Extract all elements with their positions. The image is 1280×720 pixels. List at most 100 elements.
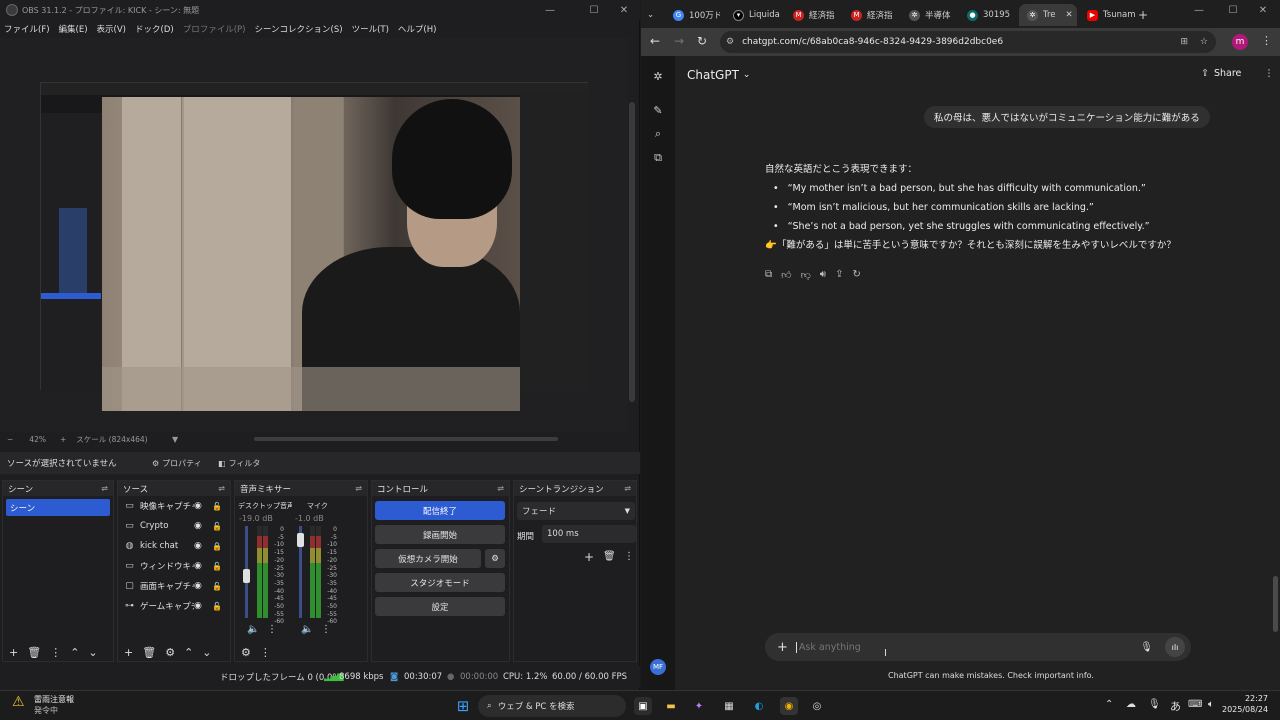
studio-mode-button[interactable]: スタジオモード [375, 573, 505, 592]
copilot-icon[interactable]: ✦ [690, 697, 708, 715]
virtual-camera-settings-button[interactable]: ⚙ [485, 549, 505, 568]
unlock-icon[interactable]: 🔓 [212, 582, 222, 591]
dock-menu-icon[interactable]: ⇌ [355, 484, 362, 493]
zoom-minus-icon[interactable]: − [7, 435, 13, 444]
duration-spinbox[interactable]: 100 ms [542, 525, 636, 543]
chrome-icon[interactable]: ◉ [780, 697, 798, 715]
reload-icon[interactable]: ↻ [697, 34, 707, 48]
unlock-icon[interactable]: 🔓 [212, 502, 222, 511]
obs-icon[interactable]: ◎ [808, 697, 826, 715]
fader-knob[interactable] [297, 533, 304, 547]
browser-tab[interactable]: ✲ 半導体 [901, 4, 956, 26]
share-icon[interactable]: ⇪ [835, 269, 843, 281]
speaker-icon[interactable]: 🔈 [301, 624, 313, 635]
chevron-down-icon[interactable]: ⌄ [202, 646, 211, 659]
more-options-icon[interactable]: ⋮ [1264, 68, 1274, 79]
source-row[interactable]: ⊶ゲームキャプチャ◉🔓 [118, 596, 230, 616]
close-icon[interactable]: ✕ [606, 0, 642, 20]
clock-time[interactable]: 22:27 [1222, 694, 1268, 703]
fader-knob[interactable] [243, 569, 250, 583]
address-bar[interactable]: ⚙ chatgpt.com/c/68ab0ca8-946c-8324-9429-… [720, 31, 1216, 53]
chevron-up-icon[interactable]: ⌃ [184, 646, 193, 659]
store-icon[interactable]: ▦ [720, 697, 738, 715]
weather-warning-icon[interactable]: ⚠ [12, 694, 32, 714]
weather-title[interactable]: 雷雨注意報 [34, 694, 74, 705]
chevron-down-icon[interactable]: ⌄ [88, 646, 97, 659]
preview-horizontal-scrollbar[interactable] [254, 437, 558, 441]
lock-icon[interactable]: 🔒 [212, 542, 222, 551]
zoom-plus-icon[interactable]: + [60, 435, 66, 444]
menu-dots-icon[interactable]: ⋮ [260, 646, 271, 659]
browser-tab[interactable]: ▶ Tsunam [1079, 4, 1139, 26]
share-button[interactable]: ⇪ Share ⋮ [1201, 68, 1274, 79]
taskbar-search[interactable]: ⌕ ウェブ & PC を検索 [478, 695, 626, 717]
tray-chevron-icon[interactable]: ⌃ [1105, 699, 1113, 710]
add-icon[interactable]: + [124, 646, 133, 659]
voice-mode-icon[interactable]: ıIı [1165, 637, 1185, 657]
menu-profile[interactable]: プロファイル(P) [183, 23, 246, 35]
library-icon[interactable]: ⧉ [650, 150, 666, 166]
keyboard-icon[interactable]: ⌨ [1188, 699, 1202, 710]
dock-menu-icon[interactable]: ⇌ [624, 484, 631, 493]
mic-tray-icon[interactable]: 🎙︎ [1148, 699, 1161, 710]
add-icon[interactable]: + [584, 550, 594, 564]
chat-scrollbar[interactable] [1273, 576, 1278, 632]
microphone-icon[interactable]: 🎙︎ [1140, 642, 1153, 653]
unlock-icon[interactable]: 🔓 [212, 562, 222, 571]
properties-button[interactable]: ⚙ プロパティ [146, 455, 206, 471]
start-recording-button[interactable]: 録画開始 [375, 525, 505, 544]
preview-vertical-scrollbar[interactable] [628, 38, 636, 432]
menu-dock[interactable]: ドック(D) [135, 23, 174, 35]
speaker-icon[interactable]: 🔈 [247, 624, 259, 635]
add-icon[interactable]: + [777, 640, 788, 655]
tab-search-button[interactable]: ⌄ [643, 4, 663, 26]
profile-avatar[interactable]: m [1232, 34, 1248, 50]
menu-dots-icon[interactable]: ⋮ [321, 624, 331, 635]
kebab-menu-icon[interactable]: ⋮ [1261, 34, 1272, 47]
source-row[interactable]: ▭ Crypto ◉ 🔓 [118, 516, 230, 536]
scale-dropdown-icon[interactable]: ▼ [172, 435, 178, 444]
eye-icon[interactable]: ◉ [194, 541, 202, 551]
eye-icon[interactable]: ◉ [194, 561, 202, 571]
eye-icon[interactable]: ◉ [194, 581, 202, 591]
browser-tab-active[interactable]: ✲ Tre ✕ [1019, 4, 1077, 26]
thumbs-up-icon[interactable]: 👍︎ [781, 269, 791, 281]
source-row[interactable]: ▢ 画面キャプチャ ◉ 🔓 [118, 576, 230, 596]
task-view-icon[interactable]: ▣ [634, 697, 652, 715]
dock-menu-icon[interactable]: ⇌ [101, 484, 108, 493]
filters-button[interactable]: ◧ フィルタ [212, 455, 264, 471]
start-virtual-camera-button[interactable]: 仮想カメラ開始 [375, 549, 481, 568]
regenerate-icon[interactable]: ↻ [852, 269, 860, 281]
file-explorer-icon[interactable]: ▬ [662, 697, 680, 715]
browser-tab[interactable]: M 経済指 [785, 4, 840, 26]
prompt-input[interactable] [795, 641, 1116, 653]
source-row[interactable]: ▭映像キャプチャデバイス◉🔓 [118, 496, 230, 516]
browser-tab[interactable]: ▾ Liquida [725, 4, 780, 26]
openai-logo-icon[interactable]: ✲ [650, 68, 666, 84]
menu-dots-icon[interactable]: ⋮ [50, 646, 61, 659]
gear-icon[interactable]: ⚙ [165, 646, 175, 659]
cloud-icon[interactable]: ☁ [1126, 699, 1136, 710]
trash-icon[interactable]: 🗑 [603, 551, 616, 562]
read-aloud-icon[interactable]: 🔊︎ [820, 269, 826, 281]
trash-icon[interactable]: 🗑 [27, 646, 41, 659]
unlock-icon[interactable]: 🔓 [212, 522, 222, 531]
menu-dots-icon[interactable]: ⋮ [267, 624, 277, 635]
browser-tab[interactable]: ● 30195 [959, 4, 1014, 26]
bookmark-star-icon[interactable]: ☆ [1200, 37, 1208, 47]
menu-tools[interactable]: ツール(T) [352, 23, 389, 35]
dock-menu-icon[interactable]: ⇌ [218, 484, 225, 493]
menu-dots-icon[interactable]: ⋮ [624, 551, 634, 562]
menu-help[interactable]: ヘルプ(H) [398, 23, 437, 35]
eye-icon[interactable]: ◉ [194, 601, 202, 611]
back-icon[interactable]: ← [650, 34, 660, 48]
trash-icon[interactable]: 🗑 [142, 646, 156, 659]
windows-start-icon[interactable]: ⊞ [454, 697, 472, 715]
ime-indicator[interactable]: あ [1170, 698, 1181, 714]
eye-icon[interactable]: ◉ [194, 501, 202, 511]
chevron-up-icon[interactable]: ⌃ [70, 646, 79, 659]
site-info-icon[interactable]: ⚙ [726, 37, 734, 47]
user-avatar[interactable]: MF [650, 659, 666, 675]
add-icon[interactable]: + [9, 646, 18, 659]
thumbs-down-icon[interactable]: 👎︎ [801, 269, 811, 281]
